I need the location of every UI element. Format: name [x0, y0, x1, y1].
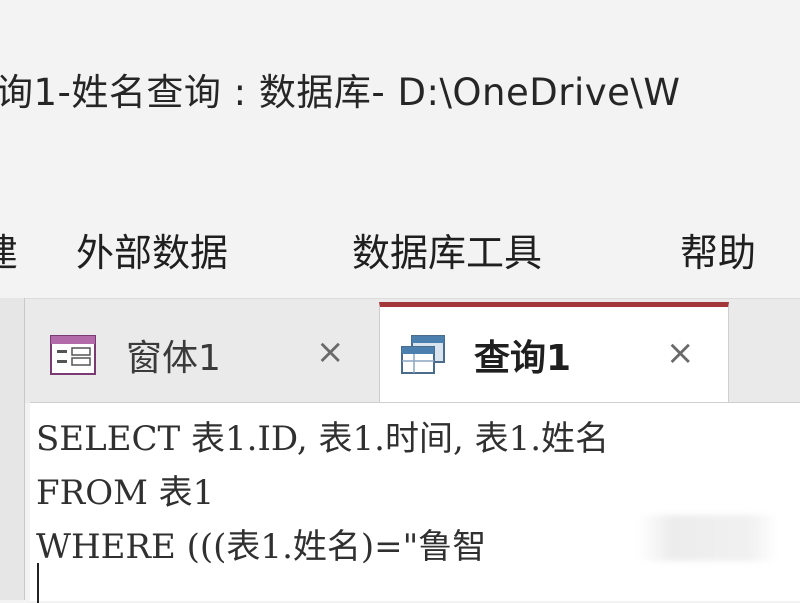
- tab-query1[interactable]: 查询1 ×: [379, 302, 729, 402]
- text-caret: [37, 563, 39, 603]
- tab-form1[interactable]: 窗体1 ×: [28, 310, 378, 400]
- redaction-blur: [638, 515, 778, 561]
- tab-label: 查询1: [474, 337, 572, 379]
- menu-item-help[interactable]: 帮助: [680, 222, 756, 277]
- menu-item-create[interactable]: 建: [0, 222, 18, 277]
- close-icon[interactable]: ×: [666, 333, 695, 373]
- tab-label: 窗体1: [126, 338, 221, 379]
- form-icon: [50, 335, 96, 375]
- menu-item-database-tools[interactable]: 数据库工具: [352, 222, 542, 277]
- sql-line-where: WHERE (((表1.姓名)="鲁智: [36, 527, 487, 567]
- title-bar: 询1-姓名查询 : 数据库- D:\OneDrive\W: [0, 0, 800, 190]
- sql-line-from: FROM 表1: [36, 473, 215, 513]
- window-title: 询1-姓名查询 : 数据库- D:\OneDrive\W: [0, 71, 681, 114]
- close-icon[interactable]: ×: [316, 332, 345, 372]
- query-icon: [400, 334, 446, 375]
- menu-item-external-data[interactable]: 外部数据: [76, 222, 228, 277]
- sql-editor[interactable]: SELECT 表1.ID, 表1.时间, 表1.姓名 FROM 表1 WHERE…: [30, 402, 800, 603]
- sql-line-select: SELECT 表1.ID, 表1.时间, 表1.姓名: [36, 419, 610, 459]
- navigation-pane-edge[interactable]: [0, 298, 25, 600]
